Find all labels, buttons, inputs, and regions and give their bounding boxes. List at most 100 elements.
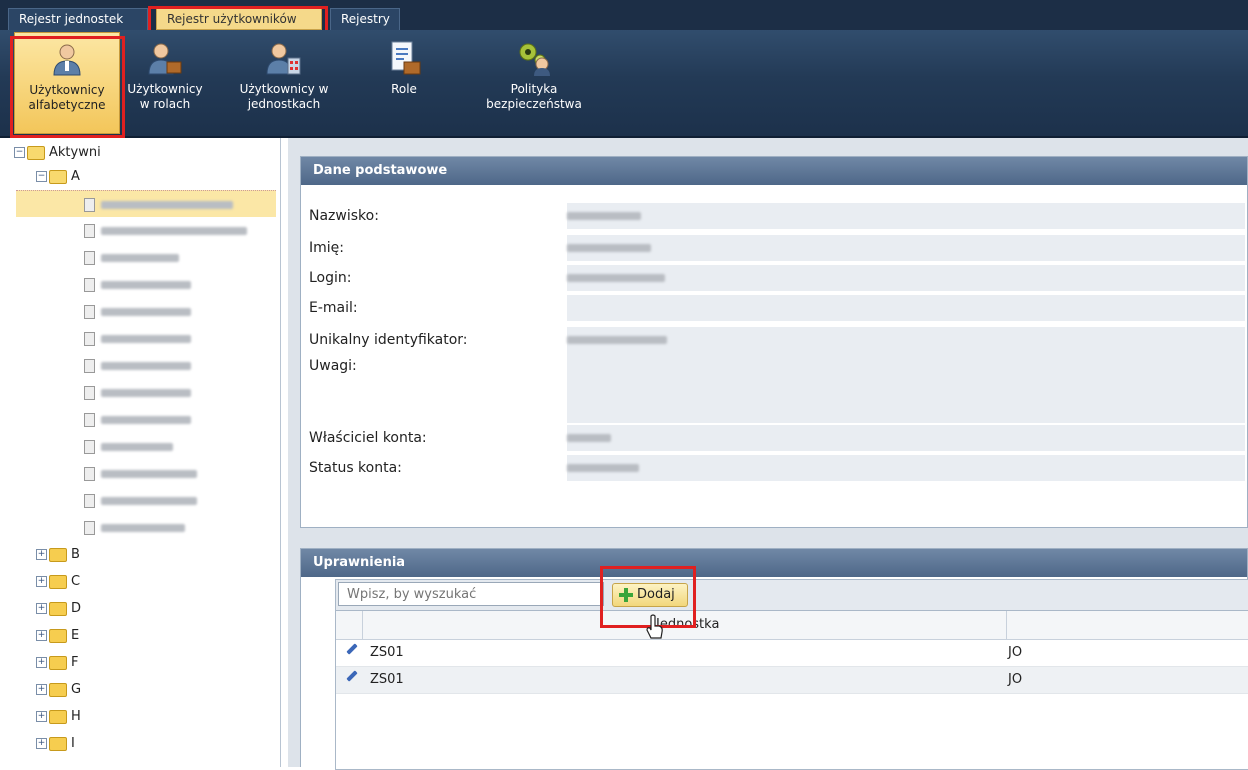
security-policy-icon	[519, 43, 550, 76]
tree-node-letter[interactable]: + D	[36, 598, 81, 620]
user-card-icon	[84, 250, 95, 265]
ribbon-label: Użytkownicy	[127, 82, 203, 96]
blurred-name	[101, 226, 247, 235]
tree-user-leaf[interactable]	[84, 328, 191, 350]
field-value	[567, 327, 1245, 354]
blurred-name	[101, 280, 191, 289]
tab-rejestr-uzytkownikow[interactable]: Rejestr użytkowników	[156, 8, 322, 30]
basic-data-panel: Dane podstawowe Nazwisko: Imię: Login: E…	[300, 156, 1248, 528]
field-row: Właściciel konta:	[305, 425, 1245, 452]
field-row: Uwagi:	[305, 353, 1245, 424]
tree-node-label: I	[71, 736, 75, 751]
tree-user-leaf[interactable]	[84, 409, 191, 431]
edit-icon[interactable]	[346, 643, 358, 655]
user-card-icon	[84, 520, 95, 535]
tree-node-letter[interactable]: + E	[36, 625, 79, 647]
tree-node-letter[interactable]: + H	[36, 706, 81, 728]
tree-user-leaf[interactable]	[84, 247, 179, 269]
blurred-name	[101, 334, 191, 343]
ribbon-users-in-roles-button[interactable]: Użytkownicy w rolach	[122, 32, 208, 134]
blurred-value	[567, 434, 611, 442]
tab-rejestry[interactable]: Rejestry	[330, 8, 400, 30]
tree-user-leaf[interactable]	[84, 436, 173, 458]
tree-node-letter[interactable]: + C	[36, 571, 80, 593]
top-tab-bar: Rejestr jednostek Rejestr użytkowników R…	[0, 0, 1248, 30]
ribbon-users-in-units-button[interactable]: Użytkownicy w jednostkach	[224, 32, 344, 134]
user-tree: − Aktywni − A + B + C + D + E + F + G + H + I	[0, 138, 281, 767]
tab-rejestr-jednostek[interactable]: Rejestr jednostek	[8, 8, 148, 30]
tree-user-leaf[interactable]	[84, 194, 233, 216]
tree-user-leaf[interactable]	[84, 301, 191, 323]
tree-node-letter[interactable]: + B	[36, 544, 80, 566]
field-row: Imię:	[305, 235, 1245, 262]
ribbon-users-alphabetical-button[interactable]: Użytkownicy alfabetyczne	[14, 32, 120, 134]
field-row: Status konta:	[305, 455, 1245, 482]
tree-user-leaf[interactable]	[84, 274, 191, 296]
blurred-value	[567, 336, 667, 344]
expand-icon[interactable]: +	[36, 576, 47, 587]
user-card-icon	[84, 304, 95, 319]
field-label: Status konta:	[309, 460, 402, 476]
ribbon-security-policy-button[interactable]: Polityka bezpieczeństwa	[474, 32, 594, 134]
tree-node-a[interactable]: − A	[36, 166, 80, 188]
tree-node-letter[interactable]: + I	[36, 733, 75, 755]
hand-cursor-icon	[646, 614, 663, 639]
column-divider	[1006, 611, 1007, 639]
expand-icon[interactable]: +	[36, 711, 47, 722]
user-card-icon	[84, 412, 95, 427]
tree-user-leaf[interactable]	[84, 220, 247, 242]
role-cell: JO	[1008, 645, 1023, 660]
tree-node-letter[interactable]: + F	[36, 652, 78, 674]
column-header-jednostka[interactable]: Jednostka	[656, 611, 719, 639]
table-row[interactable]: ZS01 JO	[336, 640, 1248, 667]
blurred-name	[101, 307, 191, 316]
field-label: Unikalny identyfikator:	[309, 332, 468, 348]
expand-icon[interactable]: +	[36, 684, 47, 695]
user-card-icon	[84, 493, 95, 508]
tree-node-aktywni[interactable]: − Aktywni	[14, 142, 101, 164]
table-row[interactable]: ZS01 JO	[336, 667, 1248, 694]
tree-user-leaf[interactable]	[84, 490, 197, 512]
grid-header: Jednostka	[336, 611, 1248, 640]
tree-node-label: H	[71, 709, 81, 724]
search-input[interactable]	[338, 582, 604, 606]
folder-icon	[49, 682, 67, 697]
unit-cell: ZS01	[370, 672, 404, 687]
field-label: E-mail:	[309, 300, 358, 316]
tree-user-leaf[interactable]	[84, 517, 185, 539]
tree-node-label: D	[71, 601, 82, 616]
column-divider	[362, 611, 363, 639]
expand-icon[interactable]: +	[36, 657, 47, 668]
ribbon-label: w rolach	[139, 97, 191, 111]
panel-title: Uprawnienia	[301, 549, 1247, 577]
ribbon-label: jednostkach	[247, 97, 321, 111]
document-role-icon	[391, 41, 421, 75]
folder-icon	[49, 601, 67, 616]
blurred-name	[101, 442, 173, 451]
user-card-icon	[84, 358, 95, 373]
collapse-icon[interactable]: −	[14, 147, 25, 158]
tree-user-leaf[interactable]	[84, 355, 191, 377]
user-unit-icon	[266, 43, 301, 75]
tree-node-label: E	[71, 628, 80, 643]
add-button[interactable]: Dodaj	[612, 583, 688, 607]
edit-icon[interactable]	[346, 670, 358, 682]
field-value	[567, 295, 1245, 322]
field-row: Login:	[305, 265, 1245, 292]
tree-user-leaf[interactable]	[84, 463, 197, 485]
field-value	[567, 265, 1245, 292]
expand-icon[interactable]: +	[36, 549, 47, 560]
tree-user-leaf[interactable]	[84, 382, 191, 404]
add-button-label: Dodaj	[637, 587, 675, 602]
ribbon-roles-button[interactable]: Role	[372, 32, 436, 134]
expand-icon[interactable]: +	[36, 738, 47, 749]
user-card-icon	[84, 385, 95, 400]
expand-icon[interactable]: +	[36, 630, 47, 641]
folder-icon	[49, 574, 67, 589]
ribbon-label: bezpieczeństwa	[486, 97, 582, 111]
tree-node-letter[interactable]: + G	[36, 679, 81, 701]
expand-icon[interactable]: +	[36, 603, 47, 614]
collapse-icon[interactable]: −	[36, 171, 47, 182]
blurred-value	[567, 212, 641, 220]
blurred-name	[101, 415, 191, 424]
